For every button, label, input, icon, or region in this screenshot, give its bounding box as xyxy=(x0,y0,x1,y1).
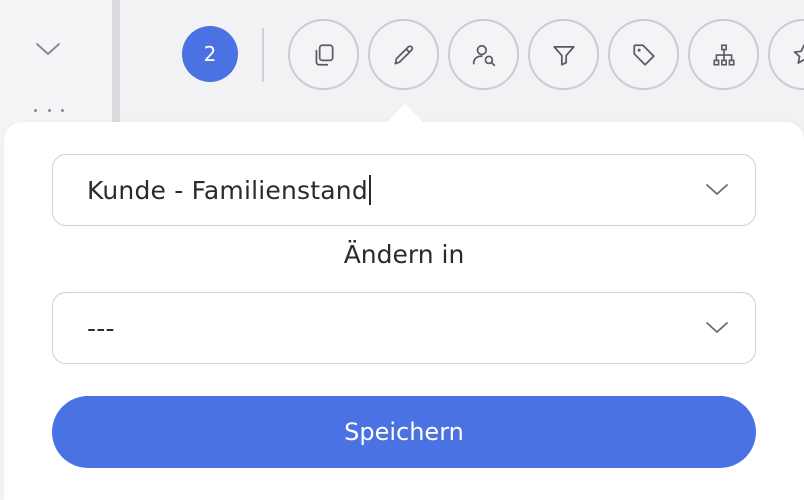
star-icon xyxy=(793,43,804,64)
selection-count-badge: 2 xyxy=(182,26,238,82)
bulk-edit-popover: Kunde - Familienstand Ändern in --- Spei… xyxy=(4,104,804,500)
more-dots-icon[interactable] xyxy=(34,102,64,118)
favorite-button[interactable] xyxy=(768,19,804,90)
pencil-icon xyxy=(393,44,413,65)
popover-arrow xyxy=(387,104,423,122)
hierarchy-button[interactable] xyxy=(688,19,759,90)
hierarchy-icon xyxy=(712,43,735,66)
copy-button[interactable] xyxy=(288,19,359,90)
bulk-action-toolbar: 2 xyxy=(120,0,804,120)
value-select-value: --- xyxy=(87,313,115,343)
filter-icon xyxy=(552,45,575,66)
search-person-button[interactable] xyxy=(448,19,519,90)
chevron-down-icon xyxy=(706,184,728,195)
copy-icon xyxy=(315,43,334,66)
save-button[interactable]: Speichern xyxy=(52,396,756,468)
filter-button[interactable] xyxy=(528,19,599,90)
change-to-label: Ändern in xyxy=(343,240,465,269)
tag-icon xyxy=(632,43,655,66)
chevron-down-icon xyxy=(706,322,728,333)
edit-button[interactable] xyxy=(368,19,439,90)
field-select[interactable]: Kunde - Familienstand xyxy=(52,154,756,226)
tag-button[interactable] xyxy=(608,19,679,90)
user-search-icon xyxy=(472,44,495,66)
field-select-value: Kunde - Familienstand xyxy=(87,175,368,205)
app-screen: 2 Kunde - Familienstand Ändern in --- Sp… xyxy=(0,0,804,500)
chevron-down-icon[interactable] xyxy=(34,38,62,60)
value-select[interactable]: --- xyxy=(52,292,756,364)
toolbar-divider xyxy=(262,28,264,82)
text-cursor xyxy=(368,175,371,205)
